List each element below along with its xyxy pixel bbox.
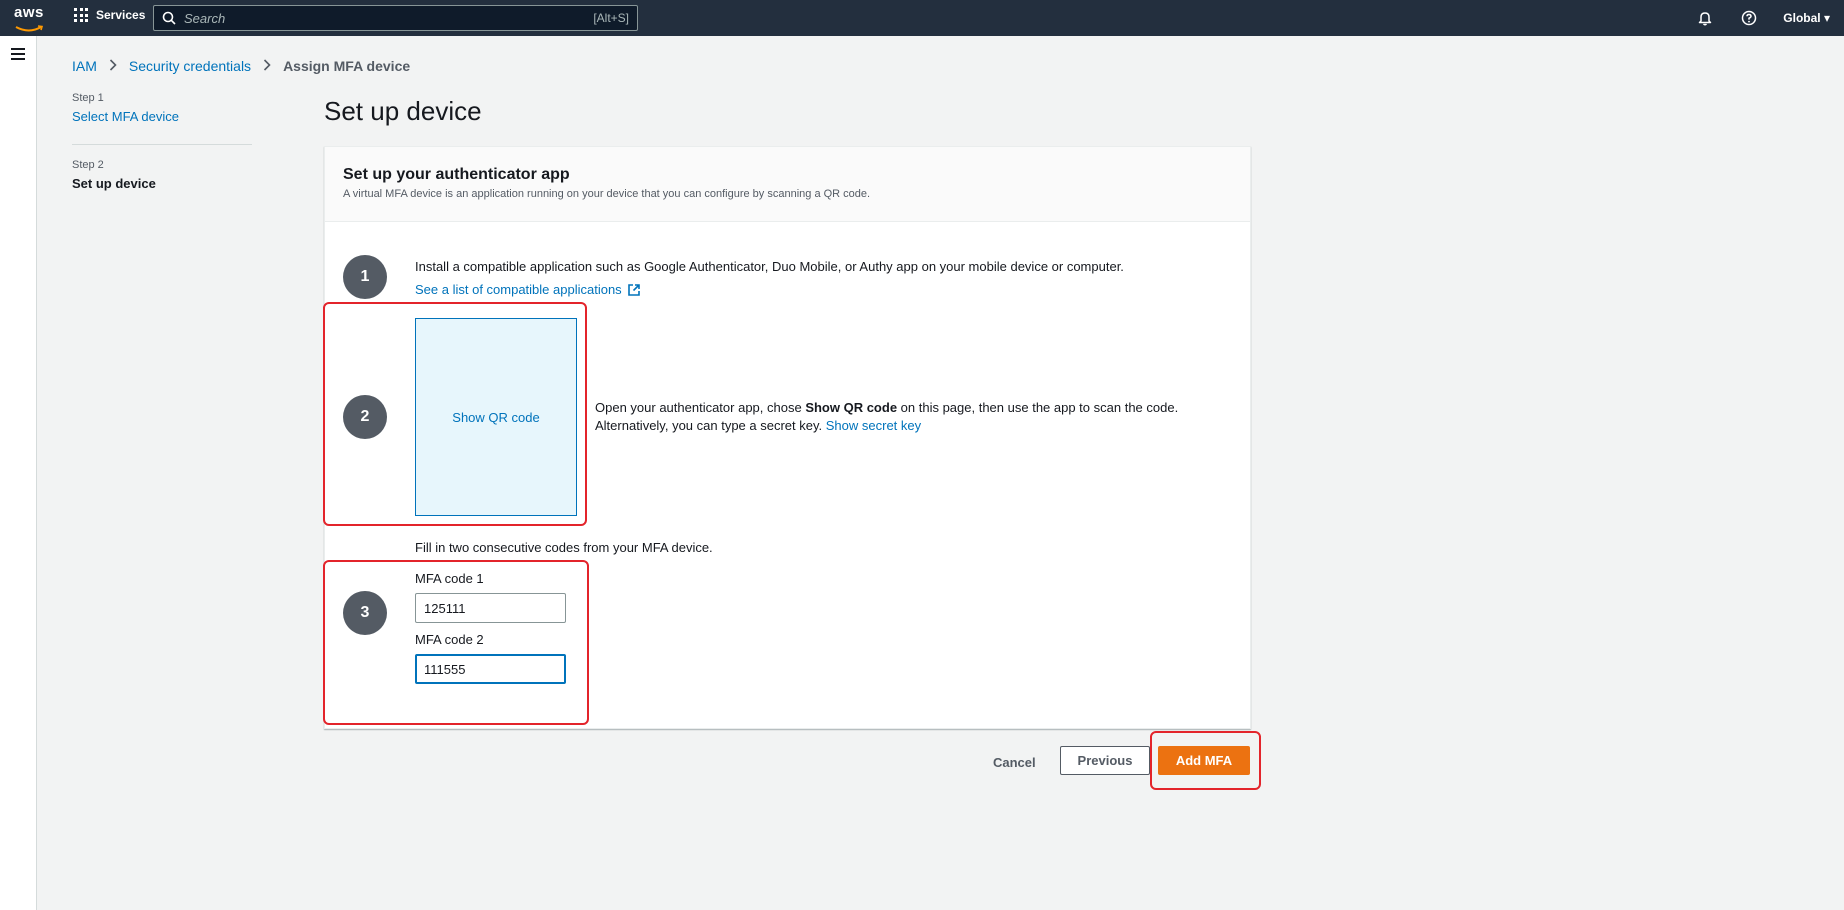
previous-button[interactable]: Previous bbox=[1060, 746, 1150, 775]
breadcrumb-current: Assign MFA device bbox=[283, 58, 411, 74]
step-3-intro: Fill in two consecutive codes from your … bbox=[415, 540, 713, 555]
step-2-line-2: Alternatively, you can type a secret key… bbox=[595, 418, 826, 433]
menu-hamburger-icon[interactable] bbox=[11, 48, 25, 60]
step-2-current: Set up device bbox=[72, 176, 156, 191]
help-icon[interactable] bbox=[1739, 8, 1759, 28]
aws-logo-text: aws bbox=[14, 4, 44, 21]
show-qr-code-button[interactable]: Show QR code bbox=[415, 318, 577, 516]
add-mfa-button[interactable]: Add MFA bbox=[1158, 746, 1250, 775]
panel-header: Set up your authenticator app A virtual … bbox=[325, 147, 1250, 222]
mfa-code-2-label: MFA code 2 bbox=[415, 632, 484, 647]
panel-description: A virtual MFA device is an application r… bbox=[343, 188, 871, 200]
breadcrumb-security-credentials-link[interactable]: Security credentials bbox=[129, 58, 251, 74]
breadcrumb: IAM Security credentials Assign MFA devi… bbox=[72, 58, 410, 74]
notifications-bell-icon[interactable] bbox=[1695, 8, 1715, 28]
search-shortcut-hint: [Alt+S] bbox=[593, 11, 629, 25]
compatible-applications-link[interactable]: See a list of compatible applications bbox=[415, 282, 641, 297]
breadcrumb-chevron-icon bbox=[263, 58, 271, 74]
panel-title: Set up your authenticator app bbox=[343, 166, 570, 183]
services-menu-button[interactable]: Services bbox=[74, 8, 145, 22]
step-1-select-mfa-device-link[interactable]: Select MFA device bbox=[72, 109, 179, 124]
mfa-code-1-label: MFA code 1 bbox=[415, 571, 484, 586]
wizard-steps: Step 1 Select MFA device Step 2 Set up d… bbox=[72, 92, 252, 191]
page-title: Set up device bbox=[324, 96, 482, 126]
compatible-applications-link-text: See a list of compatible applications bbox=[415, 282, 622, 297]
cancel-button[interactable]: Cancel bbox=[985, 748, 1044, 776]
step-1-number-badge: 1 bbox=[343, 255, 387, 299]
step-divider bbox=[72, 144, 252, 145]
side-navigation-rail bbox=[0, 36, 37, 910]
show-secret-key-link[interactable]: Show secret key bbox=[826, 418, 921, 433]
mfa-code-2-input[interactable] bbox=[415, 654, 566, 684]
search-icon bbox=[162, 11, 176, 25]
top-navigation-bar: aws Services [Alt+S] bbox=[0, 0, 1844, 36]
breadcrumb-chevron-icon bbox=[109, 58, 117, 74]
aws-logo[interactable]: aws bbox=[14, 4, 48, 32]
aws-smile-icon bbox=[15, 25, 44, 32]
step-3-number-badge: 3 bbox=[343, 591, 387, 635]
show-qr-code-label: Show QR code bbox=[452, 409, 540, 425]
step-2-instructions: Open your authenticator app, chose Show … bbox=[595, 399, 1178, 435]
step-2-text-after: on this page, then use the app to scan t… bbox=[897, 400, 1179, 415]
mfa-code-1-input[interactable] bbox=[415, 593, 566, 623]
external-link-icon bbox=[627, 283, 640, 296]
step-2-text-bold: Show QR code bbox=[805, 400, 898, 415]
search-box[interactable]: [Alt+S] bbox=[153, 5, 638, 31]
breadcrumb-iam-link[interactable]: IAM bbox=[72, 58, 97, 74]
step-1-label: Step 1 bbox=[72, 92, 104, 104]
region-selector[interactable]: Global ▾ bbox=[1783, 11, 1830, 25]
step-2-text-before: Open your authenticator app, chose bbox=[595, 400, 806, 415]
search-input[interactable] bbox=[184, 10, 594, 26]
services-grid-icon bbox=[74, 8, 88, 22]
setup-authenticator-panel: Set up your authenticator app A virtual … bbox=[324, 146, 1251, 729]
topnav-right-group: Global ▾ bbox=[1695, 8, 1830, 28]
services-label: Services bbox=[96, 8, 146, 22]
step-1-instructions: Install a compatible application such as… bbox=[415, 259, 1124, 274]
step-2-number-badge: 2 bbox=[343, 395, 387, 439]
step-2-label: Step 2 bbox=[72, 159, 104, 171]
